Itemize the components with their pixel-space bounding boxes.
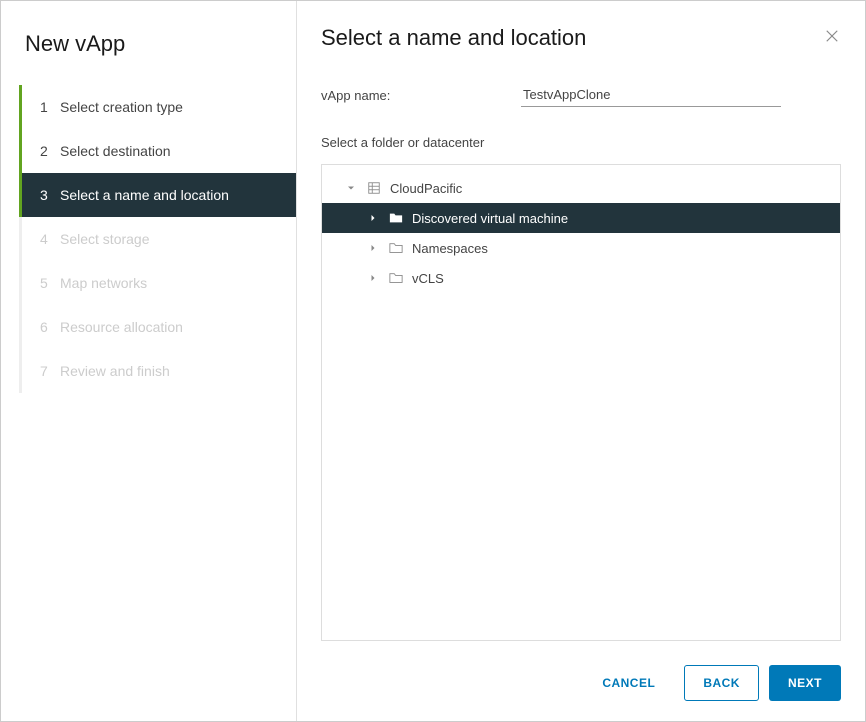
step-select-name-location[interactable]: 3 Select a name and location: [19, 173, 296, 217]
step-select-creation-type[interactable]: 1 Select creation type: [19, 85, 296, 129]
step-map-networks: 5 Map networks: [19, 261, 296, 305]
step-resource-allocation: 6 Resource allocation: [19, 305, 296, 349]
tree-item-label: CloudPacific: [390, 181, 462, 196]
location-tree: CloudPacific Discovered virtual machine: [321, 164, 841, 641]
next-button[interactable]: NEXT: [769, 665, 841, 701]
step-number: 4: [40, 231, 60, 247]
chevron-right-icon[interactable]: [366, 241, 380, 255]
vapp-name-input[interactable]: [521, 83, 781, 107]
wizard-title: New vApp: [1, 25, 296, 81]
chevron-right-icon[interactable]: [366, 211, 380, 225]
step-number: 7: [40, 363, 60, 379]
step-number: 2: [40, 143, 60, 159]
cancel-button[interactable]: CANCEL: [583, 665, 674, 701]
step-select-destination[interactable]: 2 Select destination: [19, 129, 296, 173]
step-review-finish: 7 Review and finish: [19, 349, 296, 393]
step-label: Select creation type: [60, 99, 183, 115]
tree-item-cloudpacific[interactable]: CloudPacific: [322, 173, 840, 203]
step-number: 1: [40, 99, 60, 115]
step-label: Review and finish: [60, 363, 170, 379]
folder-icon: [388, 270, 404, 286]
tree-item-label: Discovered virtual machine: [412, 211, 568, 226]
tree-item-vcls[interactable]: vCLS: [322, 263, 840, 293]
wizard-sidebar: New vApp 1 Select creation type 2 Select…: [1, 1, 297, 721]
back-button[interactable]: BACK: [684, 665, 759, 701]
folder-subhead: Select a folder or datacenter: [321, 135, 841, 150]
wizard-modal: New vApp 1 Select creation type 2 Select…: [0, 0, 866, 722]
step-label: Select destination: [60, 143, 171, 159]
step-label: Select storage: [60, 231, 150, 247]
step-label: Map networks: [60, 275, 147, 291]
wizard-steps: 1 Select creation type 2 Select destinat…: [1, 85, 296, 393]
wizard-footer: CANCEL BACK NEXT: [321, 641, 841, 701]
tree-item-label: Namespaces: [412, 241, 488, 256]
step-number: 6: [40, 319, 60, 335]
datacenter-icon: [366, 180, 382, 196]
page-title: Select a name and location: [321, 25, 586, 51]
close-icon[interactable]: [823, 27, 841, 50]
content-header: Select a name and location: [321, 25, 841, 51]
vapp-name-row: vApp name:: [321, 83, 841, 107]
step-label: Resource allocation: [60, 319, 183, 335]
folder-icon: [388, 240, 404, 256]
tree-item-namespaces[interactable]: Namespaces: [322, 233, 840, 263]
wizard-content: Select a name and location vApp name: Se…: [297, 1, 865, 721]
chevron-right-icon[interactable]: [366, 271, 380, 285]
vapp-name-label: vApp name:: [321, 88, 521, 103]
step-select-storage: 4 Select storage: [19, 217, 296, 261]
step-label: Select a name and location: [60, 187, 229, 203]
tree-item-discovered-vm[interactable]: Discovered virtual machine: [322, 203, 840, 233]
folder-icon: [388, 210, 404, 226]
tree-item-label: vCLS: [412, 271, 444, 286]
step-number: 3: [40, 187, 60, 203]
chevron-down-icon[interactable]: [344, 181, 358, 195]
step-number: 5: [40, 275, 60, 291]
